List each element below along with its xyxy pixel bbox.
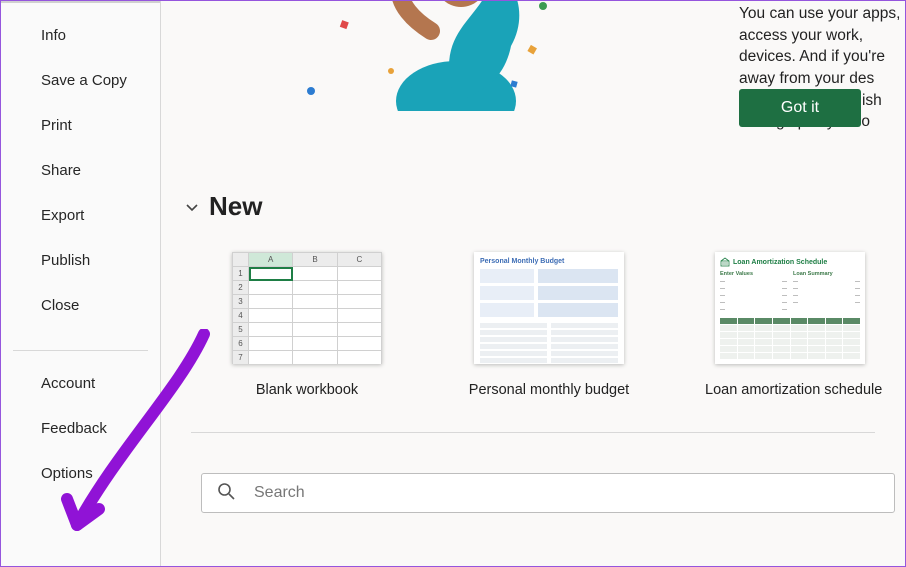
sidebar-item-save-a-copy[interactable]: Save a Copy (1, 58, 160, 103)
hero-banner: You can use your apps, access your work,… (161, 1, 905, 151)
sidebar-item-publish[interactable]: Publish (1, 238, 160, 283)
search-box[interactable] (201, 473, 895, 513)
backstage-sidebar: Info Save a Copy Print Share Export Publ… (1, 1, 161, 566)
template-gallery: ABC 1 2 3 4 5 6 7 Blank workbook (221, 252, 875, 398)
template-loan-amortization[interactable]: Loan Amortization Schedule Enter Values … (705, 252, 875, 398)
section-divider (191, 432, 875, 433)
template-label: Personal monthly budget (463, 382, 635, 398)
sidebar-item-info[interactable]: Info (1, 13, 160, 58)
search-input[interactable] (254, 484, 880, 502)
sidebar-item-close[interactable]: Close (1, 283, 160, 328)
blank-workbook-thumb: ABC 1 2 3 4 5 6 7 (232, 252, 382, 364)
sidebar-item-options[interactable]: Options (1, 451, 160, 496)
section-title-new: New (209, 191, 262, 222)
template-label: Loan amortization schedule (705, 382, 875, 398)
sidebar-top-border (1, 1, 160, 3)
sidebar-item-print[interactable]: Print (1, 103, 160, 148)
chevron-down-icon[interactable] (183, 198, 201, 216)
budget-thumb: Personal Monthly Budget (474, 252, 624, 364)
search-icon (216, 481, 236, 506)
hero-illustration (281, 1, 551, 116)
template-personal-monthly-budget[interactable]: Personal Monthly Budget Personal monthly… (463, 252, 635, 398)
sidebar-item-share[interactable]: Share (1, 148, 160, 193)
main-content: You can use your apps, access your work,… (161, 1, 905, 566)
sidebar-item-feedback[interactable]: Feedback (1, 406, 160, 451)
new-section: New ABC 1 2 3 4 5 6 7 (161, 191, 905, 513)
loan-thumb: Loan Amortization Schedule Enter Values … (715, 252, 865, 364)
template-blank-workbook[interactable]: ABC 1 2 3 4 5 6 7 Blank workbook (221, 252, 393, 398)
sidebar-item-account[interactable]: Account (1, 361, 160, 406)
template-label: Blank workbook (221, 382, 393, 398)
sidebar-divider (13, 350, 148, 351)
sidebar-item-export[interactable]: Export (1, 193, 160, 238)
got-it-button[interactable]: Got it (739, 89, 861, 127)
